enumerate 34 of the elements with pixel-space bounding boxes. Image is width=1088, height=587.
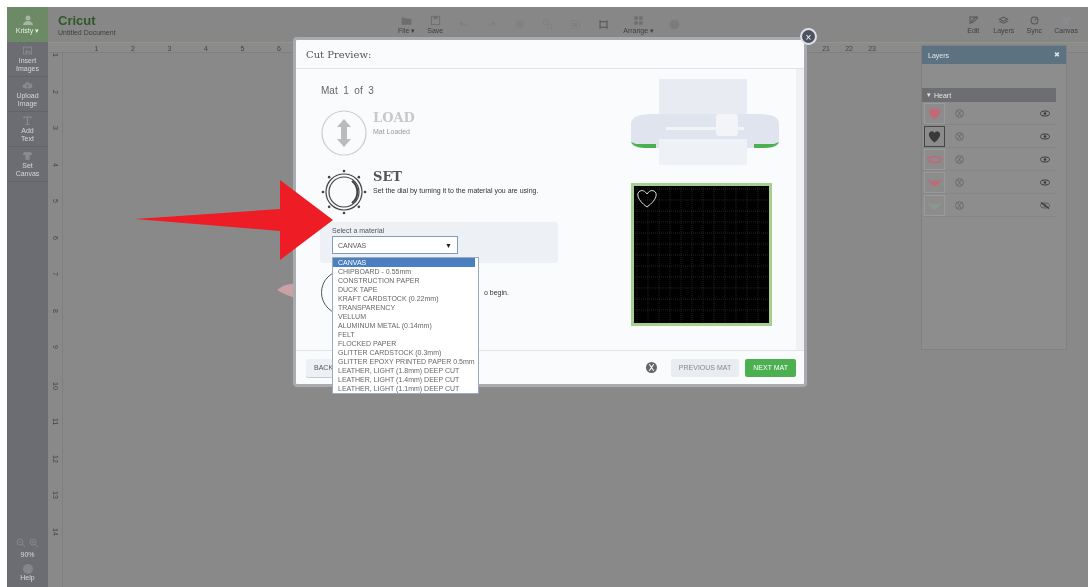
user-icon	[22, 14, 33, 25]
blade-icon[interactable]	[955, 200, 964, 210]
eye-icon[interactable]	[1040, 132, 1050, 140]
blade-icon[interactable]	[955, 177, 964, 187]
shirt-icon	[22, 150, 33, 162]
blade-icon[interactable]	[955, 131, 964, 141]
blade-icon[interactable]	[955, 154, 964, 164]
layer-row[interactable]	[922, 148, 1056, 171]
blade-icon	[645, 362, 657, 373]
eye-slash-icon[interactable]	[1040, 201, 1050, 209]
logo: Cricut	[58, 13, 97, 27]
text-icon	[22, 115, 33, 127]
layer-row[interactable]	[922, 125, 1056, 148]
eye-icon[interactable]	[1040, 178, 1050, 186]
blade-icon[interactable]	[955, 108, 964, 118]
edit-icon	[967, 15, 979, 26]
zoom-in-icon[interactable]	[29, 538, 39, 548]
save-icon	[429, 15, 441, 26]
scrollbar[interactable]	[796, 69, 804, 350]
layers-icon	[998, 15, 1010, 26]
layer-row[interactable]	[922, 102, 1056, 125]
mat-counter: Mat 1 of 3	[321, 85, 375, 96]
dialog-title: Cut Preview:	[296, 40, 804, 69]
arrange-icon	[633, 14, 645, 26]
sync-icon	[1028, 15, 1040, 26]
eye-icon[interactable]	[1040, 155, 1050, 163]
help-icon[interactable]	[22, 564, 33, 574]
layer-row[interactable]	[922, 171, 1056, 194]
eye-icon[interactable]	[1040, 109, 1050, 117]
layer-row[interactable]	[922, 194, 1056, 217]
image-icon	[22, 45, 33, 57]
step-title: SET	[373, 169, 403, 184]
flatten-icon	[597, 19, 609, 30]
zoom-out-icon[interactable]	[16, 538, 26, 548]
